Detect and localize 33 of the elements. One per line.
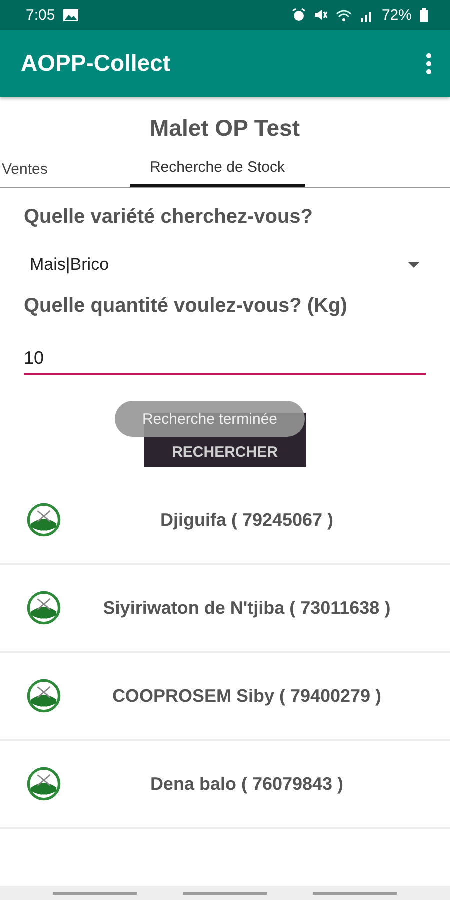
more-icon xyxy=(426,52,432,74)
quantity-field[interactable]: 10 xyxy=(24,344,426,375)
wifi-icon xyxy=(336,8,352,22)
nav-handle[interactable] xyxy=(53,892,137,894)
nav-handle[interactable] xyxy=(313,892,397,894)
nav-handle[interactable] xyxy=(183,892,267,894)
tab[interactable]: Ventes xyxy=(2,157,130,187)
cooperative-logo-icon xyxy=(26,678,62,714)
battery-percent: 72% xyxy=(382,6,412,24)
result-row[interactable]: Djiguifa ( 79245067 ) xyxy=(0,477,450,565)
result-label: Dena balo ( 76079843 ) xyxy=(149,774,345,794)
variety-dropdown[interactable]: Mais|Brico xyxy=(24,253,426,277)
alarm-icon xyxy=(292,8,306,22)
tab[interactable]: Recherche de Stock xyxy=(130,157,305,187)
result-label: COOPROSEM Siby ( 79400279 ) xyxy=(111,686,383,706)
variety-question: Quelle variété cherchez-vous? xyxy=(24,206,314,229)
result-label: Siyiriwaton de N'tjiba ( 73011638 ) xyxy=(102,598,392,618)
mute-icon xyxy=(314,8,328,22)
page-title: Malet OP Test xyxy=(149,115,301,143)
quantity-question: Quelle quantité voulez-vous? (Kg) xyxy=(24,295,348,318)
battery-icon xyxy=(420,8,428,22)
cooperative-logo-icon xyxy=(26,590,62,626)
result-row[interactable]: Dena balo ( 76079843 ) xyxy=(0,741,450,829)
result-row[interactable]: COOPROSEM Siby ( 79400279 ) xyxy=(0,653,450,741)
result-label: Djiguifa ( 79245067 ) xyxy=(159,510,335,530)
search-toast: Recherche terminée xyxy=(115,401,305,437)
app-title: AOPP-Collect xyxy=(21,50,171,77)
result-row[interactable]: Siyiriwaton de N'tjiba ( 73011638 ) xyxy=(0,565,450,653)
cooperative-logo-icon xyxy=(26,502,62,538)
dropdown-caret-icon xyxy=(408,262,420,268)
status-time: 7:05 xyxy=(26,6,56,24)
cooperative-logo-icon xyxy=(26,766,62,802)
image-icon xyxy=(63,8,80,22)
